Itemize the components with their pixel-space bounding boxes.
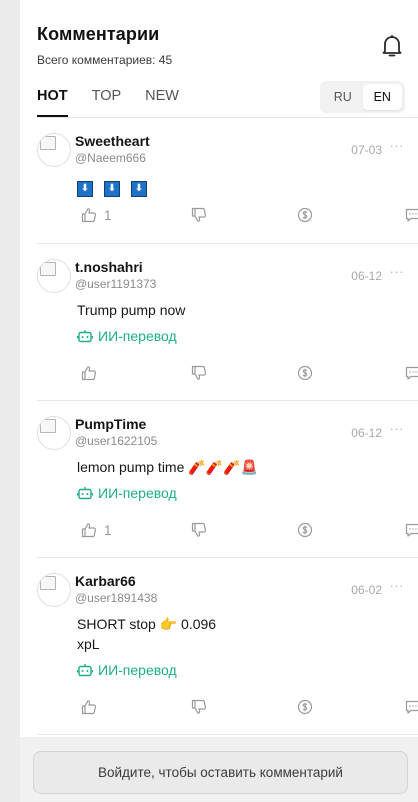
avatar[interactable] — [37, 133, 71, 167]
translate-label: ИИ-перевод — [98, 662, 177, 678]
coin-icon — [297, 699, 313, 715]
dislike-button[interactable] — [191, 365, 207, 381]
comment-date: 06-12 — [351, 269, 382, 283]
tab-top[interactable]: TOP — [92, 88, 122, 118]
like-button[interactable] — [81, 365, 104, 381]
tab-new[interactable]: NEW — [145, 88, 179, 118]
comment-text: Trump pump now — [77, 302, 186, 318]
tabs-divider — [37, 117, 418, 118]
thumbs-down-icon — [191, 207, 207, 222]
more-icon[interactable]: ··· — [390, 138, 405, 153]
comment-handle: @user1191373 — [75, 277, 157, 291]
reply-button[interactable] — [405, 207, 418, 223]
thumbs-up-icon — [81, 523, 97, 538]
translate-label: ИИ-перевод — [98, 328, 177, 344]
comment-date: 07-03 — [351, 143, 382, 157]
comment-date: 06-12 — [351, 426, 382, 440]
login-to-comment-button[interactable]: Войдите, чтобы оставить комментарий — [33, 751, 408, 794]
avatar[interactable] — [37, 259, 71, 293]
comment-actions: 1 — [81, 207, 418, 227]
comments-panel: Комментарии Всего комментариев: 45 HOT T… — [20, 0, 418, 802]
tab-hot[interactable]: HOT — [37, 88, 68, 118]
comment-text: lemon pump time 🧨🧨🧨🚨 — [77, 459, 258, 475]
comment-text: SHORT stop 👉 0.096 xpL — [77, 614, 216, 654]
coin-icon — [297, 365, 313, 381]
language-switch: RU EN — [320, 81, 405, 113]
ai-translate-button[interactable]: ИИ-перевод — [77, 328, 177, 344]
tip-button[interactable] — [297, 699, 313, 715]
avatar[interactable] — [37, 573, 71, 607]
thumbs-up-icon — [81, 366, 97, 381]
sort-tabs: HOT TOP NEW — [37, 88, 179, 118]
more-icon[interactable]: ··· — [390, 578, 405, 593]
like-count: 1 — [104, 207, 112, 223]
down-arrow-icon: ⬇ — [77, 181, 93, 197]
dislike-button[interactable] — [191, 522, 207, 538]
tip-button[interactable] — [297, 365, 313, 381]
tip-button[interactable] — [297, 207, 313, 223]
comment-icon — [405, 208, 418, 222]
comment-text-line: SHORT stop 👉 0.096 — [77, 616, 217, 632]
comment-handle: @user1891438 — [75, 591, 158, 605]
comment-actions: 1 — [81, 522, 418, 542]
like-button[interactable]: 1 — [81, 207, 112, 223]
page-title: Комментарии — [37, 24, 160, 44]
ai-translate-button[interactable]: ИИ-перевод — [77, 662, 177, 678]
comment-date: 06-02 — [351, 583, 382, 597]
comment-item: t.noshahri @user1191373 06-12 ··· Trump … — [37, 259, 418, 401]
thumbs-up-icon — [81, 700, 97, 715]
reply-button[interactable] — [405, 365, 418, 381]
coin-icon — [297, 207, 313, 223]
thumbs-up-icon — [81, 208, 97, 223]
like-button[interactable]: 1 — [81, 522, 112, 538]
coin-icon — [297, 522, 313, 538]
ai-translate-button[interactable]: ИИ-перевод — [77, 485, 177, 501]
comment-icon — [405, 523, 418, 537]
robot-icon — [77, 664, 93, 677]
down-arrow-icon: ⬇ — [131, 181, 147, 197]
tip-button[interactable] — [297, 522, 313, 538]
more-icon[interactable]: ··· — [390, 421, 405, 436]
comment-actions — [81, 365, 418, 385]
comment-username[interactable]: PumpTime — [75, 416, 146, 432]
comment-username[interactable]: t.noshahri — [75, 259, 143, 275]
thumbs-down-icon — [191, 522, 207, 537]
comment-handle: @Naeem666 — [75, 151, 146, 165]
comment-icon — [405, 700, 418, 714]
reply-button[interactable] — [405, 699, 418, 715]
robot-icon — [77, 487, 93, 500]
down-arrow-icon: ⬇ — [104, 181, 120, 197]
translate-label: ИИ-перевод — [98, 485, 177, 501]
thumbs-down-icon — [191, 365, 207, 380]
lang-en-button[interactable]: EN — [362, 84, 402, 110]
comment-handle: @user1622105 — [75, 434, 158, 448]
comments-count: Всего комментариев: 45 — [37, 53, 173, 67]
comment-item: Karbar66 @user1891438 06-02 ··· SHORT st… — [37, 573, 418, 735]
comment-actions — [81, 699, 418, 719]
more-icon[interactable]: ··· — [390, 264, 405, 279]
thumbs-down-icon — [191, 699, 207, 714]
comment-username[interactable]: Karbar66 — [75, 573, 136, 589]
avatar[interactable] — [37, 416, 71, 450]
dislike-button[interactable] — [191, 207, 207, 223]
comment-item: PumpTime @user1622105 06-12 ··· lemon pu… — [37, 416, 418, 558]
comments-header: Комментарии Всего комментариев: 45 — [37, 24, 418, 67]
like-count: 1 — [104, 522, 112, 538]
robot-icon — [77, 330, 93, 343]
lang-ru-button[interactable]: RU — [323, 84, 363, 110]
like-button[interactable] — [81, 699, 104, 715]
comment-icon — [405, 366, 418, 380]
reply-button[interactable] — [405, 522, 418, 538]
bell-icon[interactable] — [381, 34, 403, 58]
comment-item: Sweetheart @Naeem666 07-03 ··· ⬇ ⬇ ⬇ 1 — [37, 133, 418, 244]
comment-text-line: xpL — [77, 636, 100, 652]
comment-text: ⬇ ⬇ ⬇ — [77, 176, 158, 197]
comment-footer: Войдите, чтобы оставить комментарий — [20, 737, 418, 802]
dislike-button[interactable] — [191, 699, 207, 715]
comment-username[interactable]: Sweetheart — [75, 133, 150, 149]
